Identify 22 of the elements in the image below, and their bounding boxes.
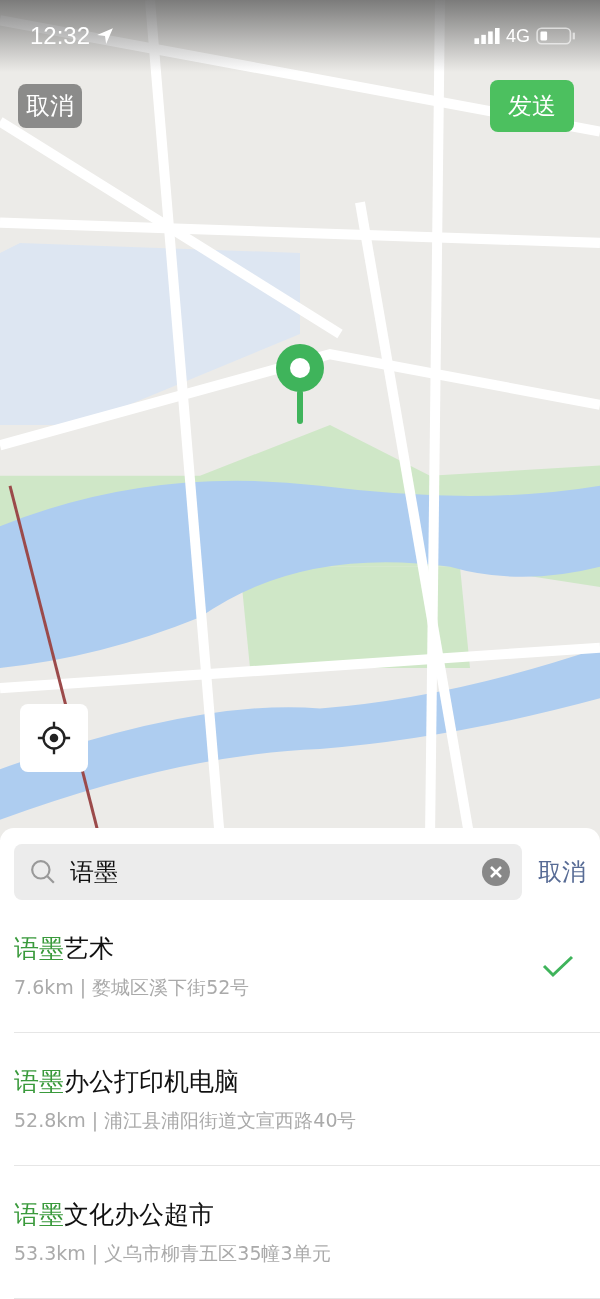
place-name: 语墨文化办公超市	[14, 1198, 215, 1231]
signal-icon	[474, 28, 500, 44]
search-field[interactable]: 语墨	[14, 844, 522, 900]
place-address: 7.6km | 婺城区溪下街52号	[14, 974, 251, 1001]
search-cancel-button[interactable]: 取消	[538, 856, 586, 888]
place-address: 53.3km | 义乌市柳青五区35幢3单元	[14, 1240, 332, 1267]
locate-button[interactable]	[20, 704, 88, 772]
search-text: 语墨	[70, 857, 119, 888]
battery-icon	[536, 27, 576, 45]
result-item[interactable]: 语墨办公打印机电脑 52.8km | 浦江县浦阳街道文宣西路40号	[14, 1033, 600, 1166]
place-name: 语墨艺术	[14, 932, 115, 965]
result-item[interactable]: 语墨文化办公超市 53.3km | 义乌市柳青五区35幢3单元	[14, 1166, 600, 1299]
search-icon	[30, 859, 56, 885]
result-item[interactable]: 语墨艺术 7.6km | 婺城区溪下街52号	[14, 900, 600, 1033]
location-arrow-icon	[96, 27, 115, 45]
location-pin-icon	[274, 342, 326, 426]
place-address: 52.8km | 浦江县浦阳街道文宣西路40号	[14, 1107, 358, 1134]
network-label: 4G	[506, 25, 530, 47]
crosshair-icon	[35, 719, 73, 757]
status-time: 12:32	[30, 22, 91, 50]
clear-icon[interactable]	[482, 858, 510, 886]
place-name: 语墨办公打印机电脑	[14, 1065, 240, 1098]
